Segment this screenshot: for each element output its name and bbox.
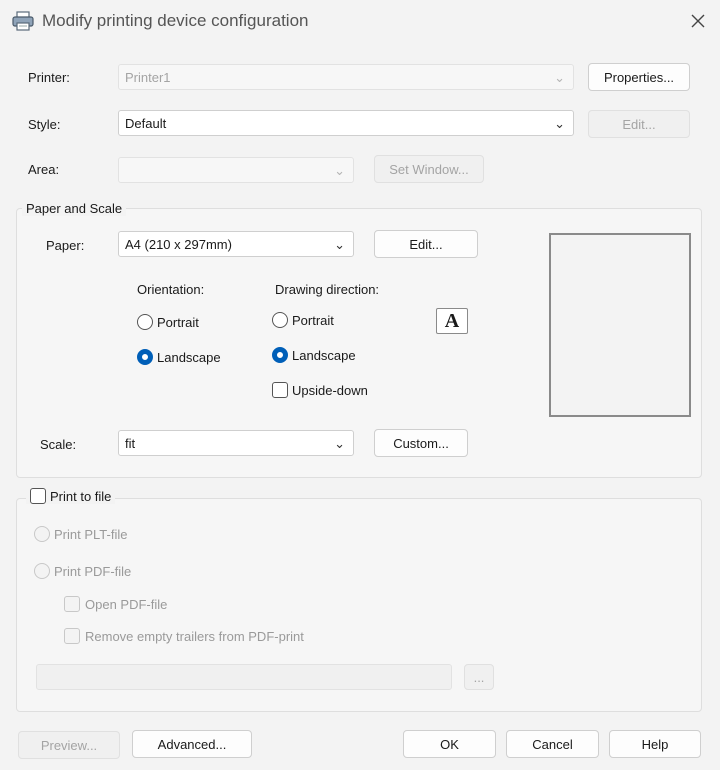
window-title: Modify printing device configuration bbox=[42, 11, 309, 30]
scale-label: Scale: bbox=[40, 437, 77, 452]
print-to-file-label: Print to file bbox=[50, 488, 112, 504]
paper-label: Paper: bbox=[46, 238, 85, 253]
title-bar: Modify printing device configuration bbox=[0, 0, 720, 44]
advanced-button[interactable]: Advanced... bbox=[132, 730, 252, 758]
direction-portrait-radio[interactable] bbox=[272, 312, 288, 328]
area-label: Area: bbox=[28, 162, 60, 177]
orientation-portrait-label: Portrait bbox=[157, 314, 199, 330]
area-select[interactable]: ⌄ bbox=[118, 157, 354, 183]
paper-preview bbox=[549, 233, 691, 417]
direction-landscape-option[interactable]: Landscape bbox=[272, 347, 356, 363]
preview-button[interactable]: Preview... bbox=[18, 731, 120, 759]
print-pdf-radio[interactable] bbox=[34, 563, 50, 579]
drawing-direction-icon: A bbox=[436, 308, 468, 334]
help-button[interactable]: Help bbox=[609, 730, 701, 758]
file-path-input[interactable] bbox=[36, 664, 452, 690]
direction-landscape-label: Landscape bbox=[292, 347, 356, 363]
print-plt-radio[interactable] bbox=[34, 526, 50, 542]
printer-select[interactable]: Printer1 ⌄ bbox=[118, 64, 574, 90]
chevron-down-icon: ⌄ bbox=[334, 237, 345, 252]
style-label: Style: bbox=[28, 117, 61, 132]
orientation-landscape-radio[interactable] bbox=[137, 349, 153, 365]
orientation-portrait-radio[interactable] bbox=[137, 314, 153, 330]
open-pdf-label: Open PDF-file bbox=[85, 596, 168, 612]
upside-down-label: Upside-down bbox=[292, 382, 368, 398]
properties-button[interactable]: Properties... bbox=[588, 63, 690, 91]
open-pdf-option[interactable]: Open PDF-file bbox=[64, 596, 167, 612]
print-to-file-option[interactable]: Print to file bbox=[26, 488, 116, 504]
scale-select[interactable]: fit ⌄ bbox=[118, 430, 354, 456]
paper-select-value: A4 (210 x 297mm) bbox=[125, 236, 232, 252]
chevron-down-icon: ⌄ bbox=[554, 70, 565, 85]
remove-trailers-label: Remove empty trailers from PDF-print bbox=[85, 628, 304, 644]
print-plt-label: Print PLT-file bbox=[54, 526, 128, 542]
print-pdf-option[interactable]: Print PDF-file bbox=[34, 563, 131, 579]
direction-portrait-label: Portrait bbox=[292, 312, 334, 328]
style-select[interactable]: Default ⌄ bbox=[118, 110, 574, 136]
orientation-portrait-option[interactable]: Portrait bbox=[137, 314, 199, 330]
print-plt-option[interactable]: Print PLT-file bbox=[34, 526, 127, 542]
chevron-down-icon: ⌄ bbox=[334, 163, 345, 178]
set-window-button[interactable]: Set Window... bbox=[374, 155, 484, 183]
ok-button[interactable]: OK bbox=[403, 730, 496, 758]
paper-edit-button[interactable]: Edit... bbox=[374, 230, 478, 258]
remove-trailers-option[interactable]: Remove empty trailers from PDF-print bbox=[64, 628, 304, 644]
paper-scale-group-title: Paper and Scale bbox=[22, 201, 127, 216]
paper-select[interactable]: A4 (210 x 297mm) ⌄ bbox=[118, 231, 354, 257]
chevron-down-icon: ⌄ bbox=[554, 116, 565, 131]
orientation-label: Orientation: bbox=[137, 282, 205, 297]
scale-select-value: fit bbox=[125, 435, 136, 451]
upside-down-option[interactable]: Upside-down bbox=[272, 382, 368, 398]
printer-icon bbox=[12, 11, 34, 31]
cancel-button[interactable]: Cancel bbox=[506, 730, 599, 758]
chevron-down-icon: ⌄ bbox=[334, 436, 345, 451]
drawing-direction-label: Drawing direction: bbox=[275, 282, 380, 297]
style-edit-button[interactable]: Edit... bbox=[588, 110, 690, 138]
orientation-landscape-option[interactable]: Landscape bbox=[137, 349, 221, 365]
open-pdf-checkbox[interactable] bbox=[64, 596, 80, 612]
orientation-landscape-label: Landscape bbox=[157, 349, 221, 365]
remove-trailers-checkbox[interactable] bbox=[64, 628, 80, 644]
browse-button[interactable]: ... bbox=[464, 664, 494, 690]
style-select-value: Default bbox=[125, 115, 167, 131]
close-icon[interactable] bbox=[684, 8, 712, 34]
custom-scale-button[interactable]: Custom... bbox=[374, 429, 468, 457]
print-pdf-label: Print PDF-file bbox=[54, 563, 132, 579]
printer-label: Printer: bbox=[28, 70, 70, 85]
upside-down-checkbox[interactable] bbox=[272, 382, 288, 398]
direction-landscape-radio[interactable] bbox=[272, 347, 288, 363]
print-to-file-checkbox[interactable] bbox=[30, 488, 46, 504]
direction-portrait-option[interactable]: Portrait bbox=[272, 312, 334, 328]
printer-select-value: Printer1 bbox=[125, 69, 171, 85]
